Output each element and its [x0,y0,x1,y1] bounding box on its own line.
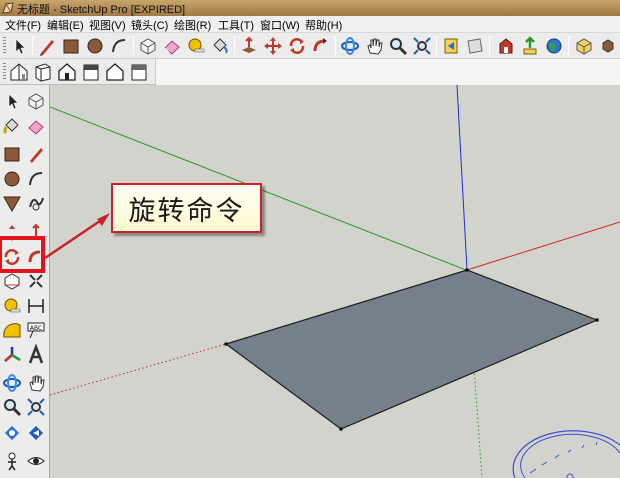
menu-camera[interactable]: 镜头(C) [131,17,168,33]
zoom-icon[interactable] [1,396,23,418]
main-toolbar [0,33,620,59]
component-icon[interactable] [137,35,159,57]
push-pull-icon[interactable] [238,35,260,57]
top-view-icon[interactable] [32,61,54,83]
menu-bar: 文件(F) 编辑(E) 视图(V) 镜头(C) 绘图(R) 工具(T) 窗口(W… [0,16,620,33]
rotate-icon[interactable] [1,246,23,268]
scene-canvas [50,85,620,478]
previous-view-icon[interactable] [440,35,462,57]
menu-edit[interactable]: 编辑(E) [47,17,84,33]
right-view-icon[interactable] [80,61,102,83]
rectangle-icon[interactable] [60,35,82,57]
follow-me-icon[interactable] [310,35,332,57]
protractor-icon[interactable] [1,319,23,341]
model-viewport[interactable] [50,85,620,478]
line-icon[interactable] [25,143,47,165]
select-icon[interactable] [1,90,23,112]
more-tools-icon[interactable] [597,35,619,57]
toolbar-grip[interactable] [3,63,6,81]
move-icon[interactable] [262,35,284,57]
eraser-icon[interactable] [25,115,47,137]
rotate-protractor-cursor [512,430,620,478]
text-icon[interactable]: ABC [25,319,47,341]
select-icon[interactable] [8,35,30,57]
orbit-icon[interactable] [339,35,361,57]
zoom-extents-icon[interactable] [411,35,433,57]
follow-me-icon[interactable] [25,246,47,268]
iso-view-icon[interactable] [8,61,30,83]
scale-icon[interactable] [1,270,23,292]
title-bar: 无标题 - SketchUp Pro [EXPIRED] [0,0,620,16]
arc-icon[interactable] [108,35,130,57]
rotate-command-callout: 旋转命令 [111,183,262,233]
toolbar-grip[interactable] [3,37,6,55]
menu-file[interactable]: 文件(F) [5,17,41,33]
share-model-icon[interactable] [519,35,541,57]
circle-icon[interactable] [84,35,106,57]
menu-view[interactable]: 视图(V) [89,17,126,33]
move-icon[interactable] [1,222,23,244]
zoom-window-icon[interactable] [25,396,47,418]
left-toolbar: ABC [0,85,50,478]
tape-measure-icon[interactable] [185,35,207,57]
pencil-line-icon[interactable] [36,35,58,57]
callout-text: 旋转命令 [128,196,245,227]
zoom-extents-icon[interactable] [1,421,23,443]
offset-icon[interactable] [25,270,47,292]
back-view-icon[interactable] [104,61,126,83]
push-pull-icon[interactable] [25,222,47,244]
position-camera-icon[interactable] [1,450,23,472]
menu-draw[interactable]: 绘图(R) [174,17,211,33]
polygon-icon[interactable] [1,192,23,214]
menu-window[interactable]: 窗口(W) [260,17,300,33]
tape-measure-icon[interactable] [1,295,23,317]
red-axis-line [466,221,620,271]
sketchup-app-icon [2,2,14,14]
components-icon[interactable] [573,35,595,57]
zoom-icon[interactable] [387,35,409,57]
red-axis-negative [50,343,227,396]
paint-bucket-icon[interactable] [1,115,23,137]
dimension-icon[interactable] [25,295,47,317]
menu-tools[interactable]: 工具(T) [218,17,254,33]
rectangle-face [224,269,599,430]
component-icon[interactable] [25,90,47,112]
arc-icon[interactable] [25,168,47,190]
circle-icon[interactable] [1,168,23,190]
rotate-icon[interactable] [286,35,308,57]
previous-view-icon[interactable] [25,421,47,443]
pan-icon[interactable] [25,372,47,394]
eraser-icon[interactable] [161,35,183,57]
orbit-icon[interactable] [1,372,23,394]
blue-axis-line [456,85,468,271]
pan-icon[interactable] [363,35,385,57]
rectangle-icon[interactable] [1,143,23,165]
google-earth-icon[interactable] [543,35,565,57]
menu-help[interactable]: 帮助(H) [305,17,342,33]
svg-text:ABC: ABC [30,325,42,332]
window-title: 无标题 - SketchUp Pro [EXPIRED] [17,4,186,16]
left-view-icon[interactable] [128,61,150,83]
front-view-icon[interactable] [56,61,78,83]
freehand-icon[interactable] [25,192,47,214]
get-models-icon[interactable] [495,35,517,57]
look-around-icon[interactable] [25,450,47,472]
next-view-icon[interactable] [464,35,486,57]
views-toolbar [0,59,620,85]
axes-icon[interactable] [1,344,23,366]
3d-text-icon[interactable] [25,344,47,366]
paint-bucket-icon[interactable] [209,35,231,57]
